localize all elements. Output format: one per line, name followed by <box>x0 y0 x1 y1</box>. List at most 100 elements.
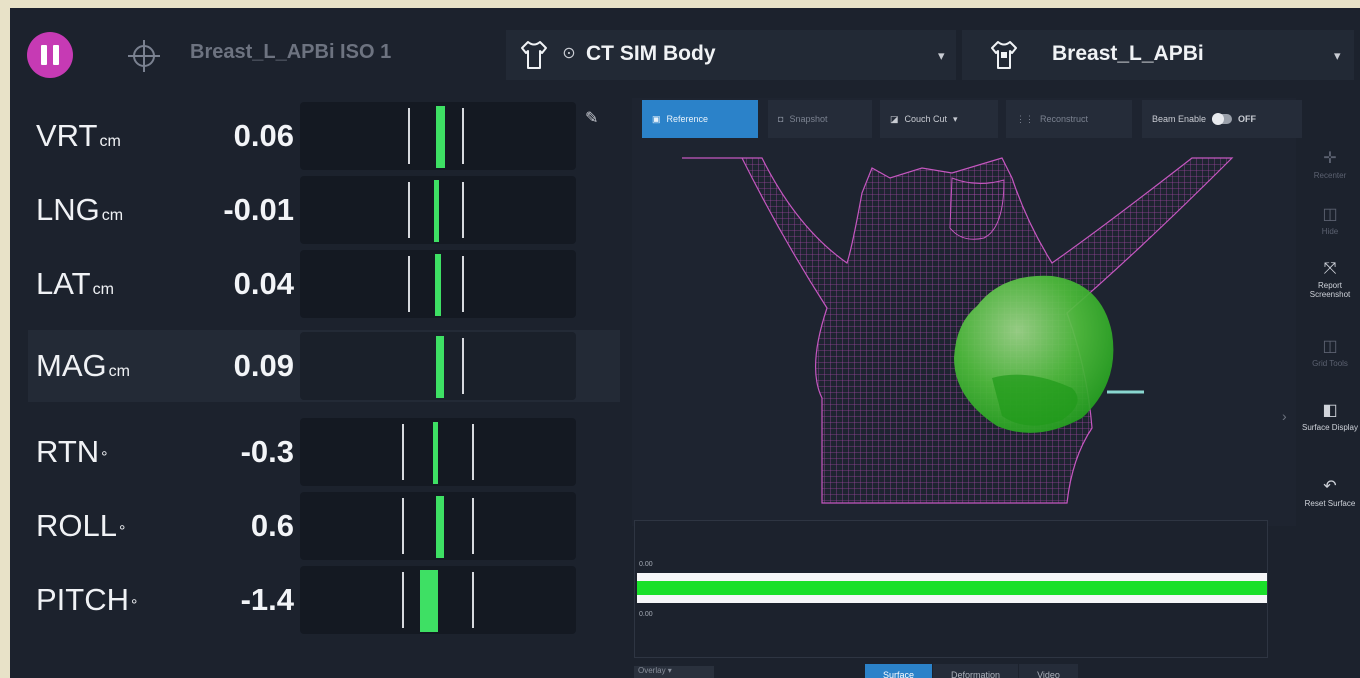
readout-row-pitch: PITCH ° -1.4 <box>28 564 620 636</box>
app-window: Breast_L_APBi ISO 1 ⊙ CT SIM Body ▾ Brea… <box>10 8 1360 678</box>
reset-surface-tool[interactable]: ↶ Reset Surface <box>1300 476 1360 508</box>
readout-label: PITCH ° <box>36 582 138 617</box>
readout-row-lat: LAT cm 0.04 <box>28 248 620 320</box>
readout-row-mag: MAG cm 0.09 <box>28 330 620 402</box>
readout-value: -0.01 <box>223 192 294 227</box>
shift-bar <box>436 106 445 168</box>
crosshair-icon <box>128 40 160 72</box>
crosshair-icon: ✛ <box>1323 150 1337 167</box>
shift-gauge <box>300 332 576 400</box>
reconstruct-button[interactable]: ⋮⋮ Reconstruct <box>1006 100 1132 138</box>
tab-deformation[interactable]: Deformation <box>933 664 1020 678</box>
snapshot-button[interactable]: ◘ Snapshot <box>768 100 872 138</box>
pause-button[interactable] <box>27 32 73 78</box>
grid-tools-tool[interactable]: ◫ Grid Tools <box>1300 336 1360 368</box>
tolerance-tick <box>472 424 474 480</box>
hide-tool[interactable]: ◫ Hide <box>1300 204 1360 236</box>
roi-select[interactable]: Breast_L_APBi ▾ <box>962 30 1354 80</box>
target-circle-icon: ⊙ <box>562 45 576 62</box>
chevron-right-icon[interactable]: › <box>1282 408 1287 424</box>
readout-row-roll: ROLL ° 0.6 <box>28 490 620 562</box>
body-select-label: CT SIM Body <box>586 42 716 65</box>
shift-bar <box>433 422 438 484</box>
undo-icon: ↶ <box>1323 478 1337 495</box>
screenshot-icon: ⤧ <box>1323 260 1337 277</box>
readout-label: MAG cm <box>36 348 130 383</box>
readout-value: 0.09 <box>233 348 294 383</box>
tab-video[interactable]: Video <box>1019 664 1079 678</box>
viewer-side-tools: ✛ Recenter ◫ Hide ⤧ Report Screenshot ◫ Grid… <box>1300 148 1360 548</box>
motion-timeline[interactable]: 0.00 0.00 <box>634 520 1268 658</box>
timeline-upper-label: 0.00 <box>639 561 653 568</box>
roi-shirt-icon <box>991 41 1017 69</box>
tolerance-tick <box>462 338 464 394</box>
shift-gauge <box>300 492 576 560</box>
tolerance-tick <box>402 424 404 480</box>
couch-cut-button[interactable]: ◪ Couch Cut ▾ <box>880 100 998 138</box>
camera-icon: ▣ <box>652 113 661 124</box>
readout-value: -0.3 <box>240 434 294 469</box>
timeline-lower-label: 0.00 <box>639 611 653 618</box>
readout-label: ROLL ° <box>36 508 126 543</box>
chevron-down-icon: ▾ <box>1334 48 1341 63</box>
tolerance-tick <box>462 108 464 164</box>
readout-row-rtn: RTN ° -0.3 <box>28 416 620 488</box>
beam-enable-toggle[interactable]: Beam Enable OFF <box>1142 100 1302 138</box>
readout-label: LNG cm <box>36 192 124 227</box>
threshold-band-lower <box>637 595 1267 603</box>
tolerance-tick <box>472 498 474 554</box>
readout-value: -1.4 <box>240 582 294 617</box>
surface-display-tool[interactable]: ◧ Surface Display <box>1300 400 1360 432</box>
readout-label: VRT cm <box>36 118 121 153</box>
motion-trace <box>637 581 1267 595</box>
readout-value: 0.04 <box>233 266 294 301</box>
isocenter-label: Breast_L_APBi ISO 1 <box>190 41 392 63</box>
view-mode-tabs: Surface Deformation Video <box>865 664 1079 678</box>
grid-icon: ⋮⋮ <box>1016 113 1034 124</box>
shift-bar <box>436 336 444 398</box>
readout-label: RTN ° <box>36 434 108 469</box>
tolerance-tick <box>402 498 404 554</box>
surface-icon: ◧ <box>1322 402 1338 419</box>
readout-row-vrt: VRT cm 0.06 <box>28 100 620 172</box>
readout-label: LAT cm <box>36 266 114 301</box>
shift-bar <box>434 180 439 242</box>
shift-gauge <box>300 102 576 170</box>
reference-button[interactable]: ▣ Reference <box>642 100 758 138</box>
body-outline-icon <box>521 41 547 69</box>
body-structure-select[interactable]: ⊙ CT SIM Body ▾ <box>506 30 956 80</box>
tolerance-tick <box>472 572 474 628</box>
shift-gauge <box>300 176 576 244</box>
grid-icon: ◫ <box>1322 338 1338 355</box>
overlay-select[interactable]: Overlay ▾ <box>634 666 714 678</box>
shift-bar <box>436 496 444 558</box>
report-screenshot-tool[interactable]: ⤧ Report Screenshot <box>1300 260 1360 299</box>
shift-gauge <box>300 418 576 486</box>
tolerance-tick <box>408 108 410 164</box>
tolerance-tick <box>462 182 464 238</box>
pause-icon-left <box>41 45 47 65</box>
shift-readouts-panel: VRT cm 0.06 LNG cm -0.01 LAT cm 0.04 MAG… <box>28 100 620 648</box>
shift-bar <box>435 254 441 316</box>
shift-gauge <box>300 566 576 634</box>
surface-3d-viewer[interactable]: ▣ Reference ◘ Snapshot ◪ Couch Cut ▾ ⋮⋮ Recon… <box>632 98 1302 526</box>
threshold-band-upper <box>637 573 1267 581</box>
roi-select-label: Breast_L_APBi <box>1052 42 1204 65</box>
recenter-tool[interactable]: ✛ Recenter <box>1300 148 1360 180</box>
edit-pencil-icon[interactable]: ✎ <box>585 108 598 128</box>
chevron-down-icon: ▾ <box>953 113 958 124</box>
readout-value: 0.06 <box>233 118 294 153</box>
tolerance-tick <box>408 256 410 312</box>
tab-surface[interactable]: Surface <box>865 664 934 678</box>
viewer-toolbar: ▣ Reference ◘ Snapshot ◪ Couch Cut ▾ ⋮⋮ Recon… <box>632 98 1302 140</box>
shift-bar <box>420 570 438 632</box>
tolerance-tick <box>402 572 404 628</box>
readout-value: 0.6 <box>250 508 294 543</box>
couch-icon: ◪ <box>890 113 899 124</box>
toggle-switch[interactable] <box>1212 113 1233 125</box>
eye-off-icon: ◫ <box>1322 206 1338 223</box>
chevron-down-icon: ▾ <box>938 48 945 63</box>
shift-gauge <box>300 250 576 318</box>
tolerance-tick <box>462 256 464 312</box>
patient-surface-model <box>682 157 1234 504</box>
